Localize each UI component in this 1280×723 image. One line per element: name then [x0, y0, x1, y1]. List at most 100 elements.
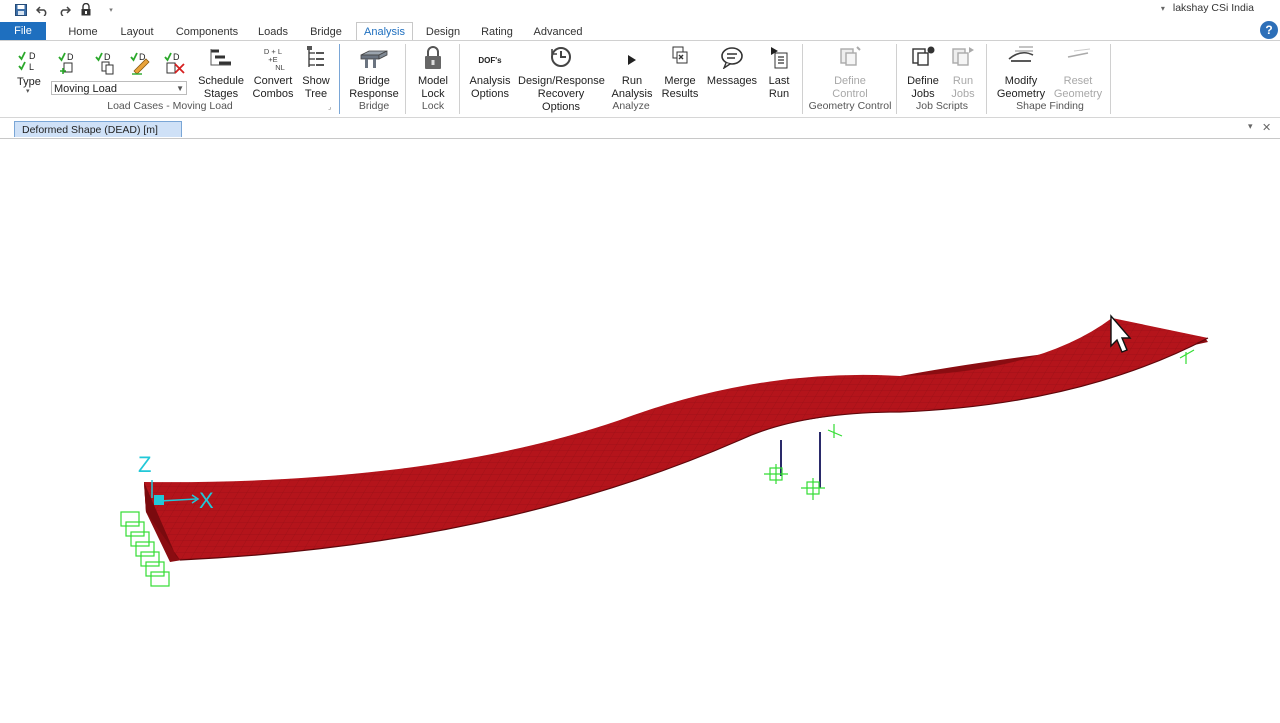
messages-label: Messages	[706, 75, 758, 87]
separator	[896, 44, 897, 114]
run-jobs-button[interactable]: Run Jobs	[946, 45, 980, 101]
convert-combos-label-1: Convert	[253, 75, 293, 87]
run-analysis-button[interactable]: Run Analysis	[610, 45, 654, 101]
load-case-dropdown[interactable]: Moving Load ▼	[51, 81, 187, 95]
separator	[459, 44, 460, 114]
tab-analysis[interactable]: Analysis	[356, 22, 413, 42]
show-tree-button[interactable]: Show Tree	[300, 45, 332, 101]
tab-components[interactable]: Components	[172, 23, 242, 41]
bridge-group-label: Bridge	[358, 100, 390, 112]
delete-load-case-icon[interactable]: D	[164, 51, 186, 78]
document-tab-bar: Deformed Shape (DEAD) [m] ▾ ✕	[0, 118, 1280, 139]
tab-layout[interactable]: Layout	[114, 23, 160, 41]
tab-home[interactable]: Home	[60, 23, 106, 41]
bridge-response-icon	[360, 50, 388, 68]
last-run-button[interactable]: Last Run	[762, 45, 796, 101]
copy-load-case-icon[interactable]: D	[95, 51, 117, 78]
convert-combos-icon: D + L +E NL	[250, 45, 296, 75]
separator	[1110, 44, 1111, 114]
schedule-stages-button[interactable]: Schedule Stages	[197, 45, 245, 101]
ribbon-panel: DL Type ▾ D D D D Moving Load ▼ Schedule …	[0, 40, 1280, 118]
reset-geometry-icon	[1067, 48, 1091, 58]
load-case-dead-icon[interactable]: DL	[18, 51, 38, 76]
tab-list-icon[interactable]: ▾	[1248, 121, 1253, 132]
merge-results-label-1: Merge	[664, 75, 696, 87]
svg-text:L: L	[29, 62, 34, 72]
load-case-dropdown-value: Moving Load	[54, 83, 117, 95]
show-tree-icon	[307, 46, 324, 67]
job-scripts-group-label: Job Scripts	[916, 100, 968, 112]
close-icon[interactable]: ✕	[1262, 121, 1271, 134]
tab-bridge[interactable]: Bridge	[303, 23, 349, 41]
design-response-label-1: Design/Response	[518, 75, 605, 87]
tab-rating[interactable]: Rating	[476, 23, 518, 41]
bridge-response-label-1: Bridge	[358, 75, 390, 87]
separator	[339, 44, 340, 114]
messages-icon	[721, 47, 743, 69]
reset-geometry-button[interactable]: Reset Geometry	[1052, 45, 1104, 101]
type-chevron-icon: ▾	[26, 88, 30, 95]
chevron-down-icon: ▼	[176, 84, 184, 93]
load-cases-group-label: Load Cases - Moving Load	[107, 100, 233, 112]
deck-mesh	[144, 318, 1208, 560]
deformed-shape-canvas[interactable]: Z X	[0, 139, 1280, 720]
svg-text:D: D	[67, 52, 74, 62]
analysis-options-button[interactable]: DOF's Analysis Options	[466, 45, 514, 101]
run-analysis-label-1: Run	[621, 75, 643, 87]
modify-geometry-button[interactable]: Modify Geometry	[994, 45, 1048, 101]
separator	[986, 44, 987, 114]
lock-icon[interactable]	[77, 1, 95, 18]
dialog-launcher-icon[interactable]: ⌟	[328, 103, 331, 111]
schedule-stages-icon	[210, 49, 231, 66]
recovery-icon	[551, 47, 571, 67]
tab-file[interactable]: File	[0, 22, 46, 41]
user-name: lakshay CSi India	[1172, 2, 1254, 14]
tab-advanced[interactable]: Advanced	[530, 23, 586, 41]
define-control-button[interactable]: Define Control	[826, 45, 874, 101]
merge-results-button[interactable]: Merge Results	[660, 45, 700, 101]
last-run-icon	[771, 47, 788, 69]
reset-geometry-label-1: Reset	[1063, 75, 1093, 87]
tab-loads[interactable]: Loads	[252, 23, 294, 41]
pier-support-2	[801, 478, 825, 500]
define-control-icon	[840, 46, 861, 66]
convert-icon-line-3: NL	[275, 63, 285, 72]
redo-icon[interactable]	[55, 1, 73, 18]
messages-button[interactable]: Messages	[706, 45, 758, 88]
show-tree-label-1: Show	[302, 75, 330, 87]
add-load-case-icon[interactable]: D	[58, 51, 78, 78]
dropdown-arrow-icon[interactable]: ▾	[102, 1, 120, 18]
convert-combos-button[interactable]: D + L +E NL Convert Combos	[250, 45, 296, 101]
design-response-recovery-button[interactable]: Design/Response Recovery Options	[518, 45, 605, 114]
bridge-response-button[interactable]: Bridge Response	[348, 45, 400, 101]
last-run-label-2: Run	[768, 88, 790, 100]
analyze-group-label: Analyze	[612, 100, 650, 112]
define-jobs-button[interactable]: Define Jobs	[904, 45, 942, 101]
show-tree-label-2: Tree	[304, 88, 328, 100]
tab-design[interactable]: Design	[420, 23, 466, 41]
merge-results-label-2: Results	[661, 88, 699, 100]
padlock-icon	[425, 46, 441, 69]
modify-load-case-icon[interactable]: D	[130, 51, 152, 78]
geometry-control-group-label: Geometry Control	[808, 100, 892, 112]
run-jobs-icon	[952, 47, 974, 66]
define-jobs-icon	[912, 46, 935, 66]
define-control-label-1: Define	[834, 75, 866, 87]
help-icon[interactable]: ?	[1260, 21, 1278, 39]
analysis-options-label-1: Analysis	[469, 75, 511, 87]
lock-group-label: Lock	[421, 100, 445, 112]
pier-top-marker	[827, 424, 843, 438]
user-account[interactable]: ▾ lakshay CSi India	[1161, 2, 1254, 14]
save-icon[interactable]	[12, 1, 30, 18]
merge-icon	[672, 46, 688, 64]
model-viewport[interactable]: Z X	[0, 139, 1280, 720]
run-icon	[628, 55, 636, 65]
separator	[405, 44, 406, 114]
model-lock-label-1: Model	[418, 75, 448, 87]
model-lock-button[interactable]: Model Lock	[412, 45, 454, 101]
define-jobs-label-1: Define	[907, 75, 939, 87]
document-tab-deformed-shape[interactable]: Deformed Shape (DEAD) [m]	[14, 121, 182, 137]
convert-combos-label-2: Combos	[252, 88, 294, 100]
design-response-label-2: Recovery Options	[537, 88, 585, 113]
undo-icon[interactable]	[33, 1, 51, 18]
